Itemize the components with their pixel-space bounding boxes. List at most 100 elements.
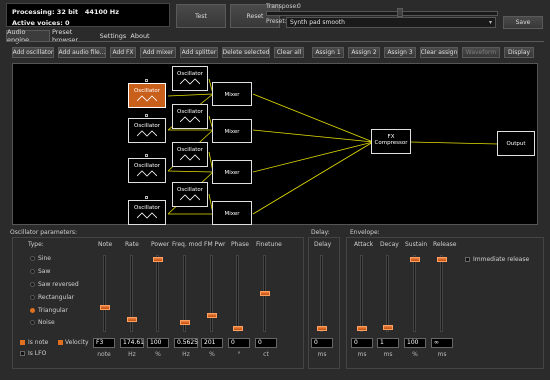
- display-button[interactable]: Display: [504, 47, 534, 58]
- type-saw-label: Saw: [38, 268, 51, 275]
- assign-2-button[interactable]: Assign 2: [348, 47, 380, 58]
- release-slider[interactable]: [440, 255, 443, 332]
- oscillator-node[interactable]: Oscillator: [172, 66, 208, 91]
- clear-assign-button[interactable]: Clear assign: [420, 47, 458, 58]
- save-button[interactable]: Save: [503, 16, 543, 29]
- finetune-value[interactable]: 0: [255, 338, 277, 348]
- freq-mod-value[interactable]: 0.5625: [174, 338, 198, 348]
- note-slider-handle[interactable]: [100, 305, 110, 310]
- preset-value: Synth pad smooth: [290, 19, 345, 26]
- chevron-down-icon: ▾: [488, 19, 492, 26]
- node-port[interactable]: [145, 79, 148, 82]
- test-button[interactable]: Test: [176, 4, 226, 28]
- sustain-value[interactable]: 100: [404, 338, 426, 348]
- phase-slider[interactable]: [236, 255, 239, 332]
- fx-compressor-node[interactable]: FX Compressor: [371, 129, 411, 154]
- add-oscillator-button[interactable]: Add oscillator: [12, 47, 54, 58]
- type-rectangular-radio[interactable]: [30, 295, 35, 300]
- oscillator-node[interactable]: Oscillator: [172, 142, 208, 167]
- power-value[interactable]: 100: [147, 338, 169, 348]
- fm-pwr-slider[interactable]: [210, 255, 213, 332]
- delete-selected-button[interactable]: Delete selected: [222, 47, 270, 58]
- node-label: Oscillator: [177, 147, 203, 153]
- attack-slider-handle[interactable]: [357, 326, 367, 331]
- tab-audio-engine[interactable]: Audio engine: [6, 28, 50, 44]
- power-unit: %: [155, 351, 161, 358]
- add-splitter-button[interactable]: Add splitter: [180, 47, 218, 58]
- delay-value[interactable]: 0: [311, 338, 333, 348]
- processing-status: Processing: 32 bit 44100 Hz: [12, 7, 164, 18]
- oscillator-node[interactable]: Oscillator: [172, 104, 208, 129]
- velocity-checkbox[interactable]: [58, 340, 63, 345]
- type-rectangular-label: Rectangular: [38, 294, 75, 301]
- oscillator-node[interactable]: Oscillator: [128, 79, 166, 108]
- add-fx-button[interactable]: Add FX: [110, 47, 136, 58]
- triangle-wave-icon: [136, 130, 158, 137]
- sustain-slider-handle[interactable]: [410, 257, 420, 262]
- mixer-node[interactable]: Mixer: [212, 201, 252, 225]
- freq-mod-slider-handle[interactable]: [180, 320, 190, 325]
- rate-slider-handle[interactable]: [127, 317, 137, 322]
- type-noise-radio[interactable]: [30, 320, 35, 325]
- phase-value[interactable]: 0: [228, 338, 250, 348]
- node-port[interactable]: [145, 154, 148, 157]
- immediate-release-checkbox[interactable]: [465, 257, 470, 262]
- velocity-label: Velocity: [65, 339, 89, 346]
- node-port[interactable]: [145, 196, 148, 199]
- freq-mod-unit: Hz: [182, 351, 190, 358]
- power-slider-handle[interactable]: [153, 257, 163, 262]
- delay-header: Delay: [314, 241, 332, 248]
- is-lfo-checkbox[interactable]: [20, 351, 25, 356]
- transpose-slider-handle[interactable]: [397, 8, 403, 17]
- tab-preset-browser[interactable]: Preset browser: [52, 28, 98, 44]
- oscillator-node[interactable]: Oscillator: [128, 154, 166, 183]
- mixer-node[interactable]: Mixer: [212, 82, 252, 106]
- oscillator-node[interactable]: Oscillator: [172, 182, 208, 207]
- phase-slider-handle[interactable]: [233, 326, 243, 331]
- is-lfo-label: Is LFO: [28, 350, 47, 357]
- finetune-slider-handle[interactable]: [260, 291, 270, 296]
- delay-slider[interactable]: [320, 255, 323, 332]
- clear-all-button[interactable]: Clear all: [274, 47, 304, 58]
- type-saw-reversed-radio[interactable]: [30, 282, 35, 287]
- decay-slider[interactable]: [386, 255, 389, 332]
- waveform-button[interactable]: Waveform: [462, 47, 500, 58]
- status-panel: Processing: 32 bit 44100 Hz Active voice…: [6, 3, 170, 27]
- assign-1-button[interactable]: Assign 1: [312, 47, 344, 58]
- preset-dropdown[interactable]: Synth pad smooth ▾: [286, 17, 496, 28]
- type-sine-radio[interactable]: [30, 256, 35, 261]
- power-slider[interactable]: [156, 255, 159, 332]
- note-slider[interactable]: [103, 255, 106, 332]
- release-value[interactable]: ∞: [431, 338, 453, 348]
- release-slider-handle[interactable]: [437, 257, 447, 262]
- is-note-checkbox[interactable]: [20, 340, 25, 345]
- type-saw-radio[interactable]: [30, 269, 35, 274]
- attack-value[interactable]: 0: [351, 338, 373, 348]
- tab-settings[interactable]: Settings: [98, 30, 128, 41]
- mixer-node[interactable]: Mixer: [212, 160, 252, 184]
- sustain-slider[interactable]: [413, 255, 416, 332]
- node-port[interactable]: [145, 114, 148, 117]
- fm-pwr-unit: %: [209, 351, 215, 358]
- audio-graph-canvas[interactable]: [12, 63, 538, 225]
- note-value[interactable]: F3: [93, 338, 115, 348]
- add-mixer-button[interactable]: Add mixer: [140, 47, 176, 58]
- attack-unit: ms: [357, 351, 367, 358]
- oscillator-node[interactable]: Oscillator: [128, 196, 166, 225]
- attack-slider[interactable]: [360, 255, 363, 332]
- transpose-slider[interactable]: [266, 11, 498, 16]
- assign-3-button[interactable]: Assign 3: [384, 47, 416, 58]
- add-audio-file-button[interactable]: Add audio file...: [58, 47, 106, 58]
- decay-value[interactable]: 1: [377, 338, 399, 348]
- rate-value[interactable]: 174.61: [120, 338, 144, 348]
- delay-slider-handle[interactable]: [317, 326, 327, 331]
- fm-pwr-value[interactable]: 201: [201, 338, 223, 348]
- tab-about[interactable]: About: [128, 30, 152, 41]
- output-node[interactable]: Output: [497, 131, 535, 156]
- decay-slider-handle[interactable]: [383, 325, 393, 330]
- fm-pwr-slider-handle[interactable]: [207, 313, 217, 318]
- triangle-wave-icon: [136, 212, 158, 219]
- type-triangular-radio[interactable]: [30, 308, 35, 313]
- mixer-node[interactable]: Mixer: [212, 119, 252, 143]
- oscillator-node[interactable]: Oscillator: [128, 114, 166, 143]
